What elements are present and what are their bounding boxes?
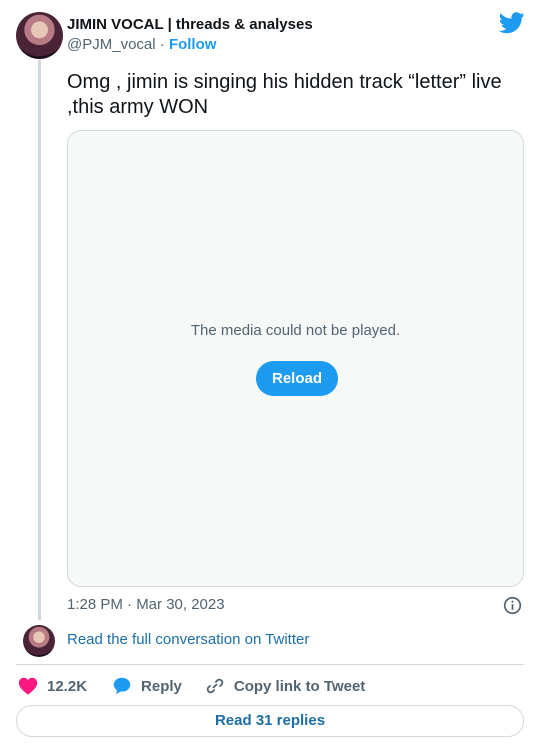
author-handle[interactable]: @PJM_vocal — [67, 36, 156, 53]
twitter-bird-icon[interactable] — [499, 12, 525, 34]
link-icon — [206, 678, 224, 694]
author-handle-row: @PJM_vocal · Follow — [67, 36, 216, 53]
read-conversation-link[interactable]: Read the full conversation on Twitter — [67, 631, 309, 648]
copy-link-label: Copy link to Tweet — [233, 677, 366, 695]
tweet-text: Omg , jimin is singing his hidden track … — [67, 71, 502, 118]
action-bar: 12.2K Reply Copy link to Tweet — [17, 674, 365, 698]
media-error-message: The media could not be played. — [190, 322, 401, 339]
heart-icon — [18, 677, 38, 695]
reply-button[interactable]: Reply — [111, 675, 182, 697]
info-icon[interactable] — [503, 596, 522, 615]
reply-label: Reply — [141, 677, 182, 695]
read-replies-button[interactable]: Read 31 replies — [16, 705, 524, 737]
divider — [16, 664, 524, 665]
tweet-timestamp[interactable]: 1:28 PM · Mar 30, 2023 — [67, 596, 225, 613]
handle-separator: · — [159, 36, 165, 53]
media-player[interactable]: The media could not be played. Reload — [67, 130, 524, 587]
author-name[interactable]: JIMIN VOCAL | threads & analyses — [67, 16, 313, 33]
reply-bubble-icon — [113, 677, 131, 695]
follow-link[interactable]: Follow — [169, 36, 217, 53]
copy-link-button[interactable]: Copy link to Tweet — [204, 675, 365, 697]
thread-line — [38, 60, 41, 620]
conversation-avatar — [23, 625, 55, 657]
like-count: 12.2K — [47, 677, 88, 695]
author-avatar[interactable] — [16, 12, 63, 59]
reload-button[interactable]: Reload — [256, 361, 338, 396]
like-button[interactable]: 12.2K — [17, 675, 87, 697]
